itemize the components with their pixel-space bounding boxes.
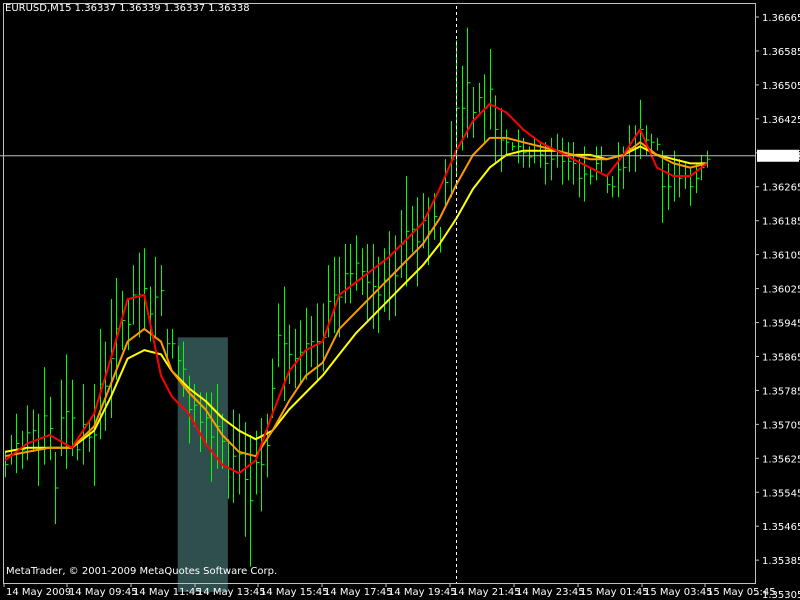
x-axis-tick-label: 14 May 11:45 [133,587,202,598]
price-chart[interactable]: 1.366651.365851.365051.364251.363451.362… [0,0,800,600]
x-axis-tick-label: 14 May 21:45 [452,587,521,598]
x-axis-tick-label: 14 May 19:45 [388,587,457,598]
ohlc-values: 1.36337 1.36339 1.36337 1.36338 [74,3,250,14]
y-axis-tick-label: 1.36585 [762,47,800,58]
y-axis-tick-label: 1.36105 [762,251,800,262]
y-axis-tick-label: 1.35385 [762,556,800,567]
y-axis-tick-label: 1.36505 [762,81,800,92]
x-axis-tick-label: 14 May 15:45 [260,587,329,598]
y-axis-tick-label: 1.36185 [762,217,800,228]
current-price-label: 1.36338 [760,152,800,163]
y-axis-tick-label: 1.35465 [762,522,800,533]
chart-header: EURUSD,M15 1.36337 1.36339 1.36337 1.363… [5,3,250,14]
y-axis-tick-label: 1.35625 [762,454,800,465]
y-axis-tick-label: 1.36025 [762,285,800,296]
x-axis-tick-label: 14 May 17:45 [324,587,393,598]
x-axis-tick-label: 15 May 03:45 [644,587,713,598]
y-axis-tick-label: 1.36265 [762,183,800,194]
copyright-text: MetaTrader, © 2001-2009 MetaQuotes Softw… [6,566,278,577]
y-axis-tick-label: 1.35865 [762,352,800,363]
x-axis-tick-label: 14 May 09:45 [69,587,138,598]
x-axis-tick-label: 15 May 05:45 [707,587,776,598]
y-axis-tick-label: 1.35545 [762,488,800,499]
highlight-zone [177,337,228,592]
x-axis-tick-label: 15 May 01:45 [580,587,649,598]
y-axis-tick-label: 1.36665 [762,13,800,24]
y-axis-tick-label: 1.36425 [762,115,800,126]
y-axis-tick-label: 1.35785 [762,386,800,397]
x-axis-tick-label: 14 May 13:45 [197,587,266,598]
symbol-timeframe: EURUSD,M15 [5,3,72,14]
y-axis-tick-label: 1.35945 [762,319,800,330]
x-axis-tick-label: 14 May 2009 [6,587,71,598]
y-axis-tick-label: 1.35705 [762,420,800,431]
x-axis-tick-label: 14 May 23:45 [516,587,585,598]
chart-background [0,0,800,600]
highlight-zone-layer [177,337,228,592]
